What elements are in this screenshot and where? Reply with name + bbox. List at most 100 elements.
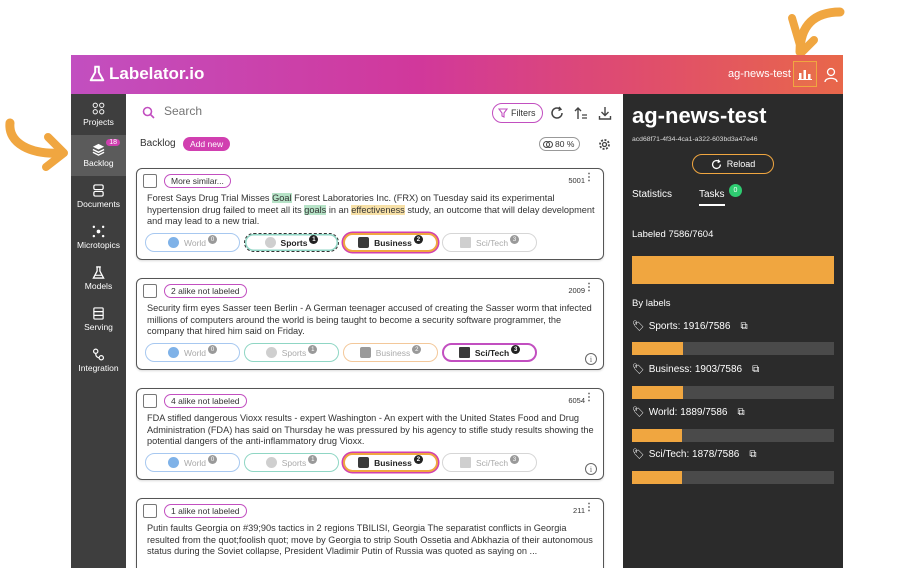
annotation-arrow-top — [788, 7, 845, 57]
coins-icon — [543, 141, 553, 148]
document-card[interactable]: 1 alike not labeled 211 ⋮ Putin faults G… — [136, 498, 604, 568]
label-stat-text: Sports: 1916/7586 — [648, 321, 731, 332]
percent-label: 80 % — [555, 139, 575, 149]
download-button[interactable] — [596, 104, 614, 122]
similar-count: 5001 — [568, 176, 585, 185]
server-icon — [93, 307, 104, 320]
percent-button[interactable]: 80 % — [539, 137, 581, 151]
label-progress-bar — [632, 386, 834, 399]
filters-label: Filters — [511, 108, 536, 118]
label-sports[interactable]: Sports 1 — [244, 233, 339, 252]
label-name: Sports — [281, 347, 307, 358]
sidebar-item-microtopics[interactable]: Microtopics — [71, 217, 126, 258]
sidebar-item-integration[interactable]: Integration — [71, 340, 126, 381]
globe-icon — [167, 347, 179, 358]
select-checkbox[interactable] — [143, 284, 157, 298]
external-link-icon[interactable]: ⧉ — [749, 449, 756, 460]
label-progress-fill — [632, 429, 682, 442]
external-link-icon[interactable]: ⧉ — [752, 364, 759, 375]
document-card[interactable]: More similar... 5001 ⋮ Forest Says Drug … — [136, 168, 604, 260]
stats-button[interactable] — [793, 61, 817, 87]
sort-button[interactable] — [572, 104, 590, 122]
sidebar-item-label: Backlog — [83, 158, 114, 168]
label-business[interactable]: Business 2 — [343, 233, 438, 252]
globe-icon — [167, 457, 179, 468]
tab-statistics[interactable]: Statistics — [632, 189, 672, 204]
shortcut-key: 0 — [208, 345, 218, 354]
integration-icon — [92, 348, 105, 361]
document-card[interactable]: 2 alike not labeled 2009 ⋮ Security firm… — [136, 278, 604, 370]
similar-button[interactable]: 2 alike not labeled — [164, 284, 247, 298]
user-button[interactable] — [821, 65, 841, 85]
label-name: Sci/Tech — [475, 237, 509, 248]
label-sports[interactable]: Sports 1 — [244, 453, 339, 472]
search-bar: Filters — [136, 102, 616, 124]
app-window: Labelator.io ag-news-test Projects 18 Ba… — [71, 55, 843, 568]
similar-button[interactable]: 1 alike not labeled — [164, 504, 247, 518]
sidebar-item-documents[interactable]: Documents — [71, 176, 126, 217]
more-menu-icon[interactable]: ⋮ — [584, 173, 594, 183]
label-scitech[interactable]: Sci/Tech 3 — [442, 343, 537, 362]
search-input[interactable] — [164, 104, 464, 118]
label-sports[interactable]: Sports 1 — [244, 343, 339, 362]
logo[interactable]: Labelator.io — [88, 64, 204, 84]
ball-icon — [264, 237, 276, 248]
label-stat-business: 🏷 Business: 1903/7586 ⧉ — [632, 364, 759, 375]
hat-icon — [359, 347, 371, 358]
refresh-button[interactable] — [548, 104, 566, 122]
filter-icon — [498, 108, 508, 118]
shortcut-key: 3 — [510, 455, 520, 464]
filters-button[interactable]: Filters — [492, 103, 543, 123]
shortcut-key: 2 — [413, 455, 423, 464]
label-world[interactable]: World 0 — [145, 453, 240, 472]
info-icon[interactable]: i — [585, 463, 597, 475]
backlog-panel: Filters Backlog Add new 80 % More — [126, 94, 623, 568]
label-progress-fill — [632, 471, 682, 484]
project-title: ag-news-test — [632, 103, 767, 128]
highlight: Goal — [272, 193, 292, 203]
label-world[interactable]: World 0 — [145, 233, 240, 252]
backlog-badge: 18 — [106, 139, 120, 146]
external-link-icon[interactable]: ⧉ — [737, 407, 744, 418]
label-scitech[interactable]: Sci/Tech 3 — [442, 233, 537, 252]
shortcut-key: 1 — [308, 345, 318, 354]
project-name: ag-news-test — [728, 68, 791, 80]
document-card[interactable]: 4 alike not labeled 6054 ⋮ FDA stifled d… — [136, 388, 604, 480]
similar-button[interactable]: More similar... — [164, 174, 231, 188]
sidebar-item-projects[interactable]: Projects — [71, 94, 126, 135]
label-stat-sports: 🏷 Sports: 1916/7586 ⧉ — [632, 321, 748, 332]
more-menu-icon[interactable]: ⋮ — [584, 283, 594, 293]
sidebar-item-label: Models — [84, 281, 113, 291]
label-buttons: World 0 Sports 1 Business 2 Sci/Tech 3 — [145, 233, 537, 252]
label-name: World — [183, 347, 207, 358]
tab-tasks[interactable]: Tasks — [699, 189, 725, 206]
select-checkbox[interactable] — [143, 394, 157, 408]
text-part: in an — [326, 204, 352, 215]
gear-icon[interactable] — [598, 138, 611, 151]
label-name: World — [183, 457, 207, 468]
tag-icon: 🏷 — [632, 321, 645, 332]
label-name: Business — [374, 457, 412, 468]
sidebar-item-backlog[interactable]: 18 Backlog — [71, 135, 126, 176]
reload-button[interactable]: Reload — [692, 154, 774, 174]
sidebar-item-models[interactable]: Models — [71, 258, 126, 299]
label-business[interactable]: Business 2 — [343, 453, 438, 472]
select-checkbox[interactable] — [143, 504, 157, 518]
shortcut-key: 1 — [308, 455, 318, 464]
document-text: Forest Says Drug Trial Misses Goal Fores… — [147, 193, 597, 228]
label-scitech[interactable]: Sci/Tech 3 — [442, 453, 537, 472]
highlight: goals — [304, 204, 327, 215]
external-link-icon[interactable]: ⧉ — [740, 321, 747, 332]
search-icon — [142, 106, 155, 119]
info-icon[interactable]: i — [585, 353, 597, 365]
more-menu-icon[interactable]: ⋮ — [584, 503, 594, 513]
select-checkbox[interactable] — [143, 174, 157, 188]
more-menu-icon[interactable]: ⋮ — [584, 393, 594, 403]
sidebar-item-serving[interactable]: Serving — [71, 299, 126, 340]
label-world[interactable]: World 0 — [145, 343, 240, 362]
logo-text: Labelator.io — [109, 64, 205, 83]
add-new-button[interactable]: Add new — [183, 137, 231, 151]
similar-button[interactable]: 4 alike not labeled — [164, 394, 247, 408]
label-name: Sci/Tech — [475, 457, 509, 468]
label-business[interactable]: Business 2 — [343, 343, 438, 362]
